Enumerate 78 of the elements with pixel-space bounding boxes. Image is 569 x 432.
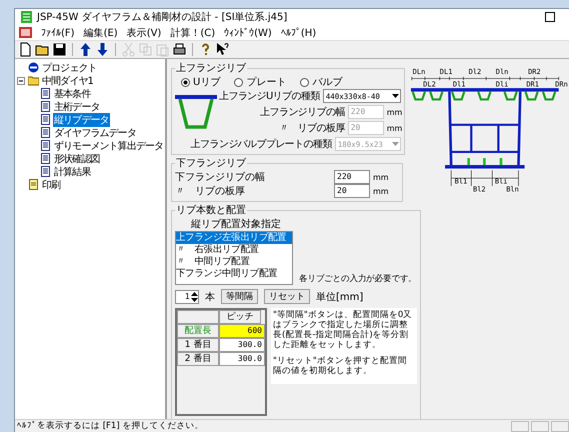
document-menu-icon[interactable] [19, 27, 32, 38]
radio-button[interactable]: バルブ [300, 75, 342, 89]
field-label: 縦リブ配置対象指定 [190, 218, 282, 231]
menu-item[interactable]: ﾍﾙﾌﾟ(H) [280, 26, 316, 38]
document-icon [40, 88, 51, 99]
table-cell[interactable]: 300.0 [219, 338, 265, 352]
status-panel [551, 420, 569, 432]
field-label: 上フランジリブの幅 [259, 106, 345, 119]
tree-item[interactable]: 基本条件 [53, 86, 92, 100]
list-item[interactable]: 下フランジ中間リブ配置 [176, 268, 292, 280]
tree-item[interactable]: プロジェクト [41, 60, 98, 74]
tree-item[interactable]: 計算結果 [53, 164, 92, 178]
spin-box[interactable]: 1 [175, 290, 199, 304]
print-icon [28, 179, 39, 190]
count-unit: 本 [205, 290, 215, 304]
radio-button[interactable]: Uリブ [181, 75, 220, 89]
tree-item[interactable]: ダイヤフラムデータ [53, 126, 137, 140]
note-text: 各リブごとの入力が必要です。 [299, 273, 417, 285]
tree-item[interactable]: ずりモーメント算出データ [53, 138, 164, 152]
row-header: 配置長 [177, 324, 219, 338]
table-cell[interactable]: 600 [219, 324, 265, 338]
folder-icon [28, 75, 39, 86]
group-title: リブ本数と配置 [175, 204, 247, 217]
document-icon [40, 166, 51, 177]
list-item[interactable]: 〃 中間リブ配置 [176, 256, 292, 268]
menu-item[interactable]: 表示(V) [126, 26, 162, 40]
menu-item[interactable]: 編集(E) [84, 26, 118, 40]
unit-label: mm [373, 172, 387, 182]
unit-label: mm [386, 124, 401, 132]
document-icon [40, 140, 51, 151]
document-icon [40, 127, 51, 138]
document-icon [40, 114, 51, 125]
tree-item[interactable]: 中間ダイヤ1 [41, 74, 94, 88]
field-label: 〃 リブの板厚 [278, 122, 345, 135]
column-header: ピッチ [219, 310, 261, 324]
menu-item[interactable]: ﾌｧｲﾙ(F) [41, 26, 75, 38]
print-icon[interactable] [172, 42, 187, 57]
spin-arrows-icon[interactable] [191, 290, 198, 302]
group-title: 下フランジリブ [175, 156, 247, 170]
help-text: "リセット"ボタンを押すと配置間隔の値を初期化します。 [273, 356, 408, 376]
list-item[interactable]: 〃 右張出リブ配置 [176, 244, 292, 256]
status-panel [511, 420, 529, 432]
maximize-icon[interactable] [545, 12, 555, 22]
document-icon [40, 101, 51, 112]
tree-item[interactable]: 形状確認図 [53, 152, 101, 166]
group-title: 上フランジリブ [175, 62, 247, 75]
list-item[interactable]: 上フランジ左張出リブ配置 [176, 232, 292, 244]
menu-item[interactable]: 計算！(C) [170, 26, 216, 40]
tree-item[interactable]: 主桁データ [53, 100, 101, 114]
unit-label: mm [373, 186, 387, 196]
tree-item[interactable]: 印刷 [41, 178, 62, 192]
window-title: JSP-45W ダイヤフラム＆補剛材の設計 - [SI単位系.j45] [37, 10, 288, 24]
field-label: 〃 リブの板厚 [175, 184, 245, 198]
unit-label: mm [386, 108, 401, 116]
row-header: 1 番目 [177, 338, 219, 352]
status-panel [531, 420, 549, 432]
field-label: 上フランジUリブの種類 [219, 90, 320, 103]
help-text: "等間隔"ボタンは、配置間隔を0又はブランクで指定した場所に調整長(配置長-指定間隔合計)を等分割した距離をセットします。 [273, 310, 414, 350]
field-label: 上フランジバルブプレートの種類 [190, 138, 332, 151]
input-field[interactable]: 20 [334, 184, 370, 198]
document-icon [40, 153, 51, 164]
context-help-icon[interactable] [215, 42, 230, 57]
table-cell[interactable]: 300.0 [219, 352, 265, 366]
menu-item[interactable]: ｳｨﾝﾄﾞｳ(W) [224, 26, 272, 38]
tree-item[interactable]: 縦リブデータ [53, 112, 110, 126]
field-label: 下フランジリブの幅 [175, 170, 265, 184]
radio-button[interactable]: プレート [234, 75, 286, 89]
input-field[interactable]: 220 [334, 170, 370, 184]
collapse-box-icon[interactable] [17, 76, 26, 84]
row-header: 2 番目 [177, 352, 219, 366]
save-icon[interactable] [52, 42, 67, 57]
globe-icon [28, 62, 39, 73]
up-arrow-icon[interactable] [78, 42, 93, 57]
action-button[interactable]: リセット [264, 289, 310, 304]
action-button[interactable]: 等間隔 [221, 289, 258, 304]
down-arrow-icon[interactable] [95, 42, 110, 57]
unit-label: 単位[mm] [316, 290, 364, 304]
status-text: ﾍﾙﾌﾟを表示するには [F1] を押してください。 [16, 420, 204, 432]
